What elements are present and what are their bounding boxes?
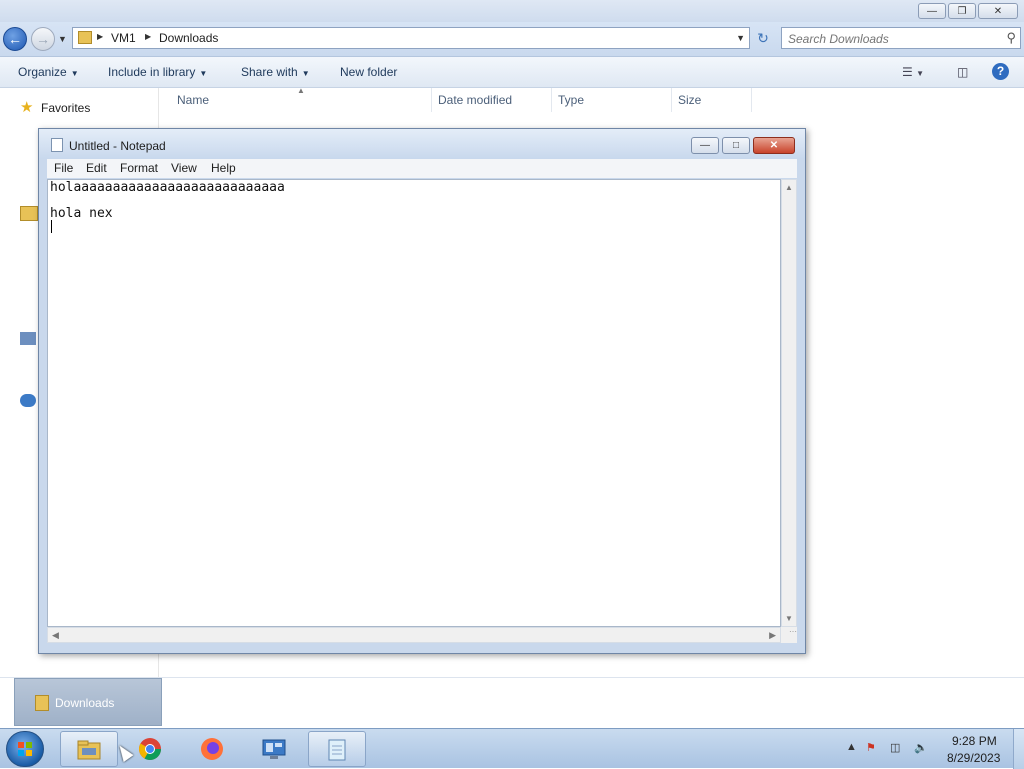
horizontal-scrollbar[interactable]: ◀ ▶ [47, 627, 781, 643]
start-button[interactable] [6, 731, 44, 767]
show-hidden-icons-icon[interactable]: ▲ [846, 741, 857, 753]
breadcrumb-separator-icon[interactable]: ▶ [145, 32, 151, 41]
action-center-icon[interactable]: ⚑ [866, 741, 876, 754]
explorer-navbar: ← → ▼ ▶ VM1 ▶ Downloads ▼ ↻ ⚲ [0, 22, 1024, 57]
scroll-up-icon[interactable]: ▲ [785, 183, 793, 192]
clock-time[interactable]: 9:28 PM [952, 734, 997, 748]
chevron-down-icon: ▼ [70, 69, 79, 78]
address-dropdown-icon[interactable]: ▼ [736, 33, 745, 43]
menu-edit[interactable]: Edit [86, 161, 107, 175]
include-in-library-label: Include in library [108, 65, 196, 79]
downloads-tile-label: Downloads [55, 696, 115, 710]
chevron-down-icon: ▼ [199, 69, 208, 78]
menu-format[interactable]: Format [120, 161, 158, 175]
clock-date[interactable]: 8/29/2023 [947, 751, 1000, 765]
firefox-icon [201, 738, 223, 760]
search-input[interactable] [786, 30, 990, 48]
menu-file[interactable]: File [54, 161, 73, 175]
organize-button[interactable]: Organize ▼ [18, 65, 79, 79]
share-with-button[interactable]: Share with ▼ [241, 65, 310, 79]
network-icon[interactable] [20, 394, 36, 407]
downloads-tile[interactable]: Downloads [14, 678, 162, 726]
notepad-titlebar[interactable]: Untitled - Notepad — □ ✕ [39, 129, 805, 159]
volume-icon[interactable]: 🔈 [914, 741, 928, 754]
text-line: holaaaaaaaaaaaaaaaaaaaaaaaaaaa [50, 180, 285, 195]
taskbar-remote-desktop-button[interactable] [246, 731, 304, 767]
column-size[interactable]: Size [678, 93, 701, 107]
breadcrumb-vm1[interactable]: VM1 [111, 31, 136, 45]
notepad-title: Untitled - Notepad [69, 139, 166, 153]
text-caret [51, 220, 52, 233]
show-desktop-button[interactable] [1013, 729, 1024, 769]
chevron-down-icon: ▼ [301, 69, 310, 78]
view-options-icon[interactable]: ☰ ▼ [902, 65, 924, 79]
search-box[interactable]: ⚲ [781, 27, 1021, 49]
windows-logo-icon [18, 742, 32, 756]
vertical-scrollbar[interactable]: ▲ ▼ [781, 179, 797, 627]
minimize-button[interactable]: — [918, 3, 946, 19]
back-button[interactable]: ← [3, 27, 27, 51]
command-bar: Organize ▼ Include in library ▼ Share with… [0, 57, 1024, 88]
scroll-left-icon[interactable]: ◀ [52, 630, 59, 641]
search-icon[interactable]: ⚲ [1006, 30, 1016, 46]
column-divider[interactable] [751, 88, 752, 112]
taskbar-chrome-button[interactable] [122, 731, 180, 767]
help-icon[interactable]: ? [992, 63, 1009, 80]
star-icon: ★ [20, 99, 34, 116]
notepad-icon [328, 739, 346, 761]
notepad-minimize-button[interactable]: — [691, 137, 719, 154]
scroll-right-icon[interactable]: ▶ [769, 630, 776, 641]
column-type[interactable]: Type [558, 93, 584, 107]
column-divider[interactable] [431, 88, 432, 112]
libraries-icon[interactable] [20, 206, 38, 221]
share-with-label: Share with [241, 65, 298, 79]
notepad-menubar: File Edit Format View Help [47, 159, 797, 178]
organize-label: Organize [18, 65, 67, 79]
notepad-window: Untitled - Notepad — □ ✕ File Edit Forma… [38, 128, 806, 654]
column-name[interactable]: Name [177, 93, 209, 107]
notepad-icon [51, 138, 63, 152]
menu-view[interactable]: View [171, 161, 197, 175]
menu-help[interactable]: Help [211, 161, 236, 175]
breadcrumb-separator-icon[interactable]: ▶ [97, 32, 103, 41]
history-dropdown-icon[interactable]: ▼ [58, 34, 67, 44]
column-divider[interactable] [551, 88, 552, 112]
explorer-icon [77, 740, 101, 760]
sort-ascending-icon: ▲ [297, 86, 305, 95]
breadcrumb-downloads[interactable]: Downloads [159, 31, 218, 45]
downloads-folder-icon [35, 695, 49, 711]
taskbar: ▲ ⚑ ◫ 🔈 9:28 PM 8/29/2023 [0, 728, 1024, 769]
resize-grip[interactable]: ⋯ [781, 627, 797, 643]
scroll-down-icon[interactable]: ▼ [785, 614, 793, 623]
notepad-text-area[interactable]: holaaaaaaaaaaaaaaaaaaaaaaaaaaa hola nex [47, 179, 781, 627]
computer-icon[interactable] [20, 332, 36, 345]
notepad-maximize-button[interactable]: □ [722, 137, 750, 154]
new-folder-button[interactable]: New folder [340, 65, 397, 79]
chrome-icon [139, 738, 161, 760]
taskbar-firefox-button[interactable] [184, 731, 242, 767]
folder-icon [78, 31, 92, 44]
forward-button[interactable]: → [31, 27, 55, 51]
column-date-modified[interactable]: Date modified [438, 93, 512, 107]
close-button[interactable]: ✕ [978, 3, 1018, 19]
remote-desktop-icon [262, 739, 286, 759]
notepad-close-button[interactable]: ✕ [753, 137, 795, 154]
explorer-titlebar[interactable]: — ❐ ✕ [0, 0, 1024, 22]
nav-favorites[interactable]: Favorites [41, 101, 90, 115]
text-line: hola nex [50, 206, 113, 221]
preview-pane-icon[interactable]: ◫ [957, 65, 968, 79]
network-status-icon[interactable]: ◫ [890, 741, 900, 754]
refresh-icon[interactable]: ↻ [752, 27, 774, 49]
include-in-library-button[interactable]: Include in library ▼ [108, 65, 207, 79]
column-divider[interactable] [671, 88, 672, 112]
restore-button[interactable]: ❐ [948, 3, 976, 19]
address-bar[interactable]: ▶ VM1 ▶ Downloads ▼ [72, 27, 750, 49]
taskbar-explorer-button[interactable] [60, 731, 118, 767]
taskbar-notepad-button[interactable] [308, 731, 366, 767]
